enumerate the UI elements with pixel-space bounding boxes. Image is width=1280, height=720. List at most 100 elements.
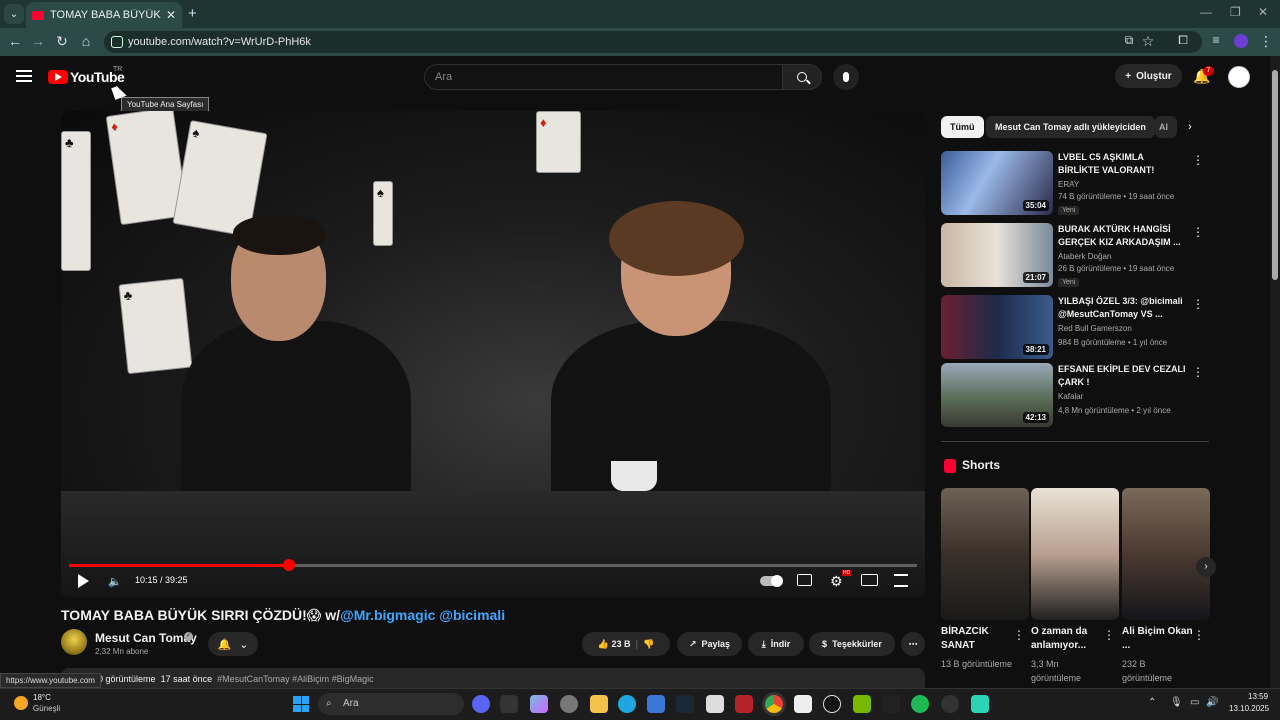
extensions-icon[interactable]: ⧠ [1174, 33, 1192, 48]
windows-start-icon[interactable] [293, 696, 309, 712]
tab-search-button[interactable]: ⌄ [4, 4, 24, 24]
recommendation-title[interactable]: BURAK AKTÜRK HANGİSİ GERÇEK KIZ ARKADAŞI… [1058, 223, 1186, 249]
autoplay-toggle[interactable] [760, 575, 783, 587]
discord-icon[interactable] [472, 695, 490, 713]
chrome-icon[interactable] [765, 695, 783, 713]
tab-close-icon[interactable]: ✕ [166, 8, 176, 22]
short-thumbnail[interactable] [1122, 488, 1210, 620]
video-thumbnail[interactable]: 21:07 [941, 223, 1053, 287]
short-thumbnail[interactable] [1031, 488, 1119, 620]
reload-button[interactable]: ↻ [53, 33, 71, 50]
recommendation-item[interactable]: 35:04 LVBEL C5 AŞKIMLA BİRLİKTE VALORANT… [941, 151, 1211, 215]
recommendation-channel[interactable]: ERAY [1058, 180, 1079, 189]
channel-name[interactable]: Mesut Can Tomay [95, 631, 197, 645]
install-app-icon[interactable]: ⧉ [1120, 33, 1138, 48]
home-icon[interactable]: ⌂ [77, 33, 95, 49]
display-icon[interactable]: ▭ [1190, 697, 1199, 708]
volume-icon[interactable]: 🔈 [108, 575, 122, 588]
recommendation-title[interactable]: EFSANE EKİPLE DEV CEZALI ÇARK ! [1058, 363, 1186, 389]
share-button[interactable]: ↗ Paylaş [677, 632, 742, 656]
next-arrow-icon[interactable]: › [1196, 557, 1216, 577]
app-icon[interactable] [941, 695, 959, 713]
short-title[interactable]: Ali Biçim Okan ... [1122, 625, 1196, 653]
spotify-icon[interactable] [911, 695, 929, 713]
app-icon[interactable] [971, 695, 989, 713]
browser-tab[interactable]: TOMAY BABA BÜYÜK SIRRI ÇÖZDÜ ✕ [26, 2, 182, 28]
like-button[interactable]: 👍 23 B [598, 639, 631, 650]
nvidia-icon[interactable] [853, 695, 871, 713]
store-icon[interactable] [647, 695, 665, 713]
close-window-button[interactable]: ✕ [1258, 5, 1268, 19]
app-icon[interactable] [735, 695, 753, 713]
dislike-button[interactable]: 👎 [643, 639, 654, 650]
app-icon[interactable] [794, 695, 812, 713]
more-actions-button[interactable]: ⋯ [901, 632, 925, 656]
chatgpt-icon[interactable] [823, 695, 841, 713]
more-options-icon[interactable]: ⋮ [1192, 365, 1204, 379]
recommendation-title[interactable]: YILBAŞI ÖZEL 3/3: @bicimali @MesutCanTom… [1058, 295, 1186, 321]
chip-related[interactable]: Al [1155, 116, 1177, 138]
subtitles-icon[interactable] [797, 574, 812, 586]
more-options-icon[interactable]: ⋮ [1103, 628, 1115, 642]
video-player[interactable]: ♦ ♣ ♠ ♣ ♦ ♠ [61, 111, 925, 597]
subscription-notification-button[interactable]: 🔔 ⌄ [208, 632, 258, 656]
chip-all[interactable]: Tümü [941, 116, 984, 138]
play-icon[interactable] [78, 574, 89, 588]
more-options-icon[interactable]: ⋮ [1013, 628, 1025, 642]
forward-button[interactable]: → [29, 33, 47, 49]
account-avatar[interactable] [1228, 66, 1250, 88]
more-options-icon[interactable]: ⋮ [1192, 297, 1204, 311]
app-icon[interactable] [882, 695, 900, 713]
recommendation-channel[interactable]: Red Bull Gamerszon [1058, 324, 1132, 333]
theater-mode-icon[interactable] [861, 574, 878, 586]
video-thumbnail[interactable]: 42:13 [941, 363, 1053, 427]
fullscreen-icon[interactable] [894, 574, 908, 587]
epic-games-icon[interactable] [500, 695, 518, 713]
profile-avatar[interactable] [1234, 34, 1248, 48]
hashtags[interactable]: #MesutCanTomay #AliBiçim #BigMagic [217, 674, 374, 684]
short-thumbnail[interactable] [941, 488, 1029, 620]
recommendation-item[interactable]: 42:13 EFSANE EKİPLE DEV CEZALI ÇARK ! Ka… [941, 363, 1211, 427]
minimize-button[interactable]: — [1200, 5, 1212, 19]
create-button[interactable]: + Oluştur [1115, 64, 1182, 88]
video-thumbnail[interactable]: 38:21 [941, 295, 1053, 359]
mention-link[interactable]: @bicimali [439, 607, 505, 623]
short-title[interactable]: BİRAZCIK SANAT [941, 625, 1015, 653]
scrollbar-thumb[interactable] [1272, 70, 1278, 280]
weather-sun-icon[interactable] [14, 696, 28, 710]
address-bar[interactable]: youtube.com/watch?v=WrUrD-PhH6k [104, 31, 1202, 53]
recommendation-item[interactable]: 21:07 BURAK AKTÜRK HANGİSİ GERÇEK KIZ AR… [941, 223, 1211, 287]
mention-link[interactable]: @Mr.bigmagic [340, 607, 435, 623]
chevron-right-icon[interactable]: › [1188, 121, 1192, 133]
settings-gear-icon[interactable] [560, 695, 578, 713]
recommendation-channel[interactable]: Kafalar [1058, 392, 1083, 401]
bookmark-star-icon[interactable]: ☆ [1139, 33, 1157, 50]
voice-search-button[interactable] [833, 64, 859, 90]
short-title[interactable]: O zaman da anlamıyor... [1031, 625, 1105, 653]
hamburger-menu-icon[interactable] [16, 70, 32, 82]
video-thumbnail[interactable]: 35:04 [941, 151, 1053, 215]
recommendation-item[interactable]: 38:21 YILBAŞI ÖZEL 3/3: @bicimali @Mesut… [941, 295, 1211, 359]
speaker-icon[interactable]: 🔊 [1206, 697, 1218, 708]
more-options-icon[interactable]: ⋮ [1192, 225, 1204, 239]
channel-avatar[interactable] [61, 629, 87, 655]
taskbar-search[interactable]: ⌕ Ara [318, 693, 464, 715]
recommendation-title[interactable]: LVBEL C5 AŞKIMLA BİRLİKTE VALORANT! @LVB… [1058, 151, 1186, 179]
copilot-icon[interactable] [530, 695, 548, 713]
file-explorer-icon[interactable] [590, 695, 608, 713]
media-control-icon[interactable]: ≡ [1207, 33, 1225, 47]
chip-uploader[interactable]: Mesut Can Tomay adlı yükleyiciden [986, 116, 1155, 138]
more-options-icon[interactable]: ⋮ [1192, 153, 1204, 167]
back-button[interactable]: ← [6, 33, 24, 49]
search-input[interactable]: Ara [424, 64, 782, 90]
steam-icon[interactable] [676, 695, 694, 713]
maximize-button[interactable]: ❐ [1230, 5, 1241, 19]
download-button[interactable]: ⤓ İndir [748, 632, 804, 656]
thanks-button[interactable]: $ Teşekkürler [809, 632, 895, 656]
more-options-icon[interactable]: ⋮ [1193, 628, 1205, 642]
site-info-icon[interactable] [111, 36, 123, 48]
edge-icon[interactable] [618, 695, 636, 713]
new-tab-button[interactable]: + [188, 5, 197, 22]
app-icon[interactable] [706, 695, 724, 713]
microphone-icon[interactable]: 🎙 [1170, 697, 1183, 708]
